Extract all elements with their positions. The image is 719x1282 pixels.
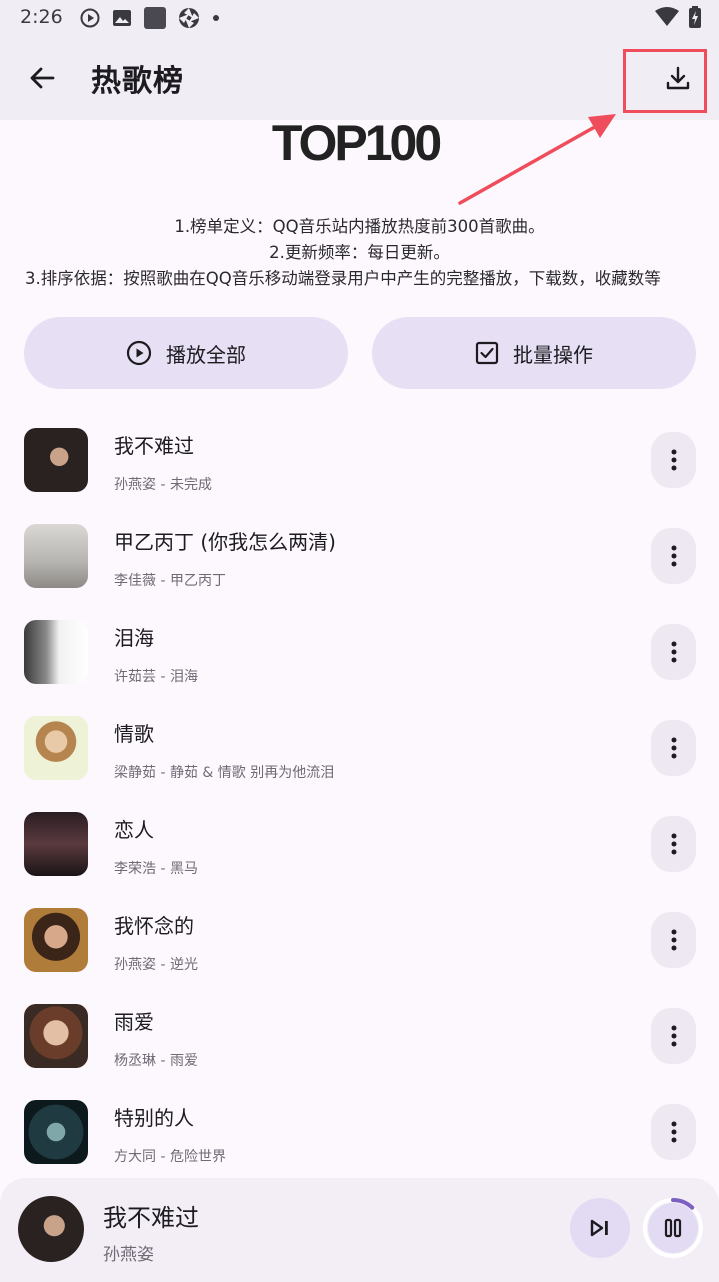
album-cover <box>24 812 88 876</box>
song-artist-album: 许茹芸 - 泪海 <box>114 669 198 685</box>
play-all-label: 播放全部 <box>166 342 246 367</box>
play-circle-icon <box>126 340 152 366</box>
status-time: 2:26 <box>20 6 63 28</box>
song-list: 我不难过 孙燕姿 - 未完成 甲乙丙丁 (你我怎么两清) 李佳薇 - 甲乙丙丁 … <box>0 412 719 1180</box>
player-album-cover <box>18 1196 84 1262</box>
song-artist-album: 梁静茹 - 静茹 & 情歌 别再为他流泪 <box>114 765 335 781</box>
dot-icon <box>213 15 219 21</box>
song-item[interactable]: 雨爱 杨丞琳 - 雨爱 <box>0 988 719 1084</box>
song-item[interactable]: 甲乙丙丁 (你我怎么两清) 李佳薇 - 甲乙丙丁 <box>0 508 719 604</box>
more-vert-icon <box>671 1025 676 1047</box>
song-title: 特别的人 <box>114 1106 194 1130</box>
more-options-button[interactable] <box>651 816 696 872</box>
album-cover <box>24 524 88 588</box>
song-artist-album: 孙燕姿 - 未完成 <box>114 477 212 493</box>
more-options-button[interactable] <box>651 912 696 968</box>
song-artist-album: 李荣浩 - 黑马 <box>114 861 198 877</box>
more-vert-icon <box>671 641 676 663</box>
song-title: 我怀念的 <box>114 914 194 938</box>
play-all-button[interactable]: 播放全部 <box>24 317 348 389</box>
more-options-button[interactable] <box>651 720 696 776</box>
song-artist-album: 方大同 - 危险世界 <box>114 1149 226 1165</box>
more-vert-icon <box>671 449 676 471</box>
album-cover <box>24 620 88 684</box>
status-bar: 2:26 <box>0 0 719 36</box>
wifi-icon <box>655 7 679 26</box>
image-icon <box>113 10 131 26</box>
status-icons-left <box>80 7 220 29</box>
description-line-1: 1.榜单定义：QQ音乐站内播放热度前300首歌曲。 <box>174 217 545 236</box>
song-artist-album: 李佳薇 - 甲乙丙丁 <box>114 573 226 589</box>
song-title: 甲乙丙丁 (你我怎么两清) <box>114 530 336 554</box>
song-item[interactable]: 情歌 梁静茹 - 静茹 & 情歌 别再为他流泪 <box>0 700 719 796</box>
player-artist: 孙燕姿 <box>103 1245 154 1265</box>
pause-button[interactable] <box>648 1203 698 1253</box>
song-title: 恋人 <box>114 818 154 842</box>
album-cover <box>24 428 88 492</box>
album-cover <box>24 1100 88 1164</box>
status-icons-right <box>655 6 701 28</box>
more-vert-icon <box>671 833 676 855</box>
song-title: 情歌 <box>114 722 154 746</box>
next-track-button[interactable] <box>570 1198 630 1258</box>
chart-description: 1.榜单定义：QQ音乐站内播放热度前300首歌曲。 2.更新频率：每日更新。 3… <box>0 214 719 292</box>
description-line-2: 2.更新频率：每日更新。 <box>269 243 450 262</box>
arrow-left-icon <box>30 67 55 89</box>
chart-header-image: TOP100 <box>0 115 719 171</box>
album-cover <box>24 908 88 972</box>
more-vert-icon <box>671 545 676 567</box>
more-options-button[interactable] <box>651 624 696 680</box>
album-cover <box>24 1004 88 1068</box>
song-item[interactable]: 特别的人 方大同 - 危险世界 <box>0 1084 719 1180</box>
song-title: 泪海 <box>114 626 154 650</box>
more-options-button[interactable] <box>651 1104 696 1160</box>
more-options-button[interactable] <box>651 432 696 488</box>
player-song-title: 我不难过 <box>103 1204 199 1232</box>
more-vert-icon <box>671 1121 676 1143</box>
annotation-highlight-box <box>623 49 707 113</box>
song-item[interactable]: 我不难过 孙燕姿 - 未完成 <box>0 412 719 508</box>
more-vert-icon <box>671 929 676 951</box>
song-artist-album: 孙燕姿 - 逆光 <box>114 957 198 973</box>
checkbox-icon <box>475 341 499 365</box>
song-item[interactable]: 我怀念的 孙燕姿 - 逆光 <box>0 892 719 988</box>
song-artist-album: 杨丞琳 - 雨爱 <box>114 1053 198 1069</box>
song-item[interactable]: 泪海 许茹芸 - 泪海 <box>0 604 719 700</box>
song-item[interactable]: 恋人 李荣浩 - 黑马 <box>0 796 719 892</box>
description-line-3: 3.排序依据：按照歌曲在QQ音乐移动端登录用户中产生的完整播放，下载数，收藏数等 <box>25 269 661 288</box>
song-title: 我不难过 <box>114 434 194 458</box>
pause-icon <box>664 1218 682 1238</box>
mini-player[interactable]: 我不难过 孙燕姿 <box>0 1178 719 1282</box>
aperture-icon <box>179 8 199 28</box>
square-app-icon <box>144 7 166 29</box>
album-cover <box>24 716 88 780</box>
more-options-button[interactable] <box>651 528 696 584</box>
song-title: 雨爱 <box>114 1010 154 1034</box>
more-options-button[interactable] <box>651 1008 696 1064</box>
skip-next-icon <box>590 1219 608 1237</box>
batch-operation-button[interactable]: 批量操作 <box>372 317 696 389</box>
top100-logo: TOP100 <box>271 115 442 171</box>
more-vert-icon <box>671 737 676 759</box>
page-title: 热歌榜 <box>91 64 184 99</box>
play-circle-icon <box>80 8 100 28</box>
battery-icon <box>689 6 701 28</box>
back-button[interactable] <box>22 58 62 98</box>
batch-operation-label: 批量操作 <box>513 342 593 367</box>
play-pause-control[interactable] <box>642 1197 704 1259</box>
